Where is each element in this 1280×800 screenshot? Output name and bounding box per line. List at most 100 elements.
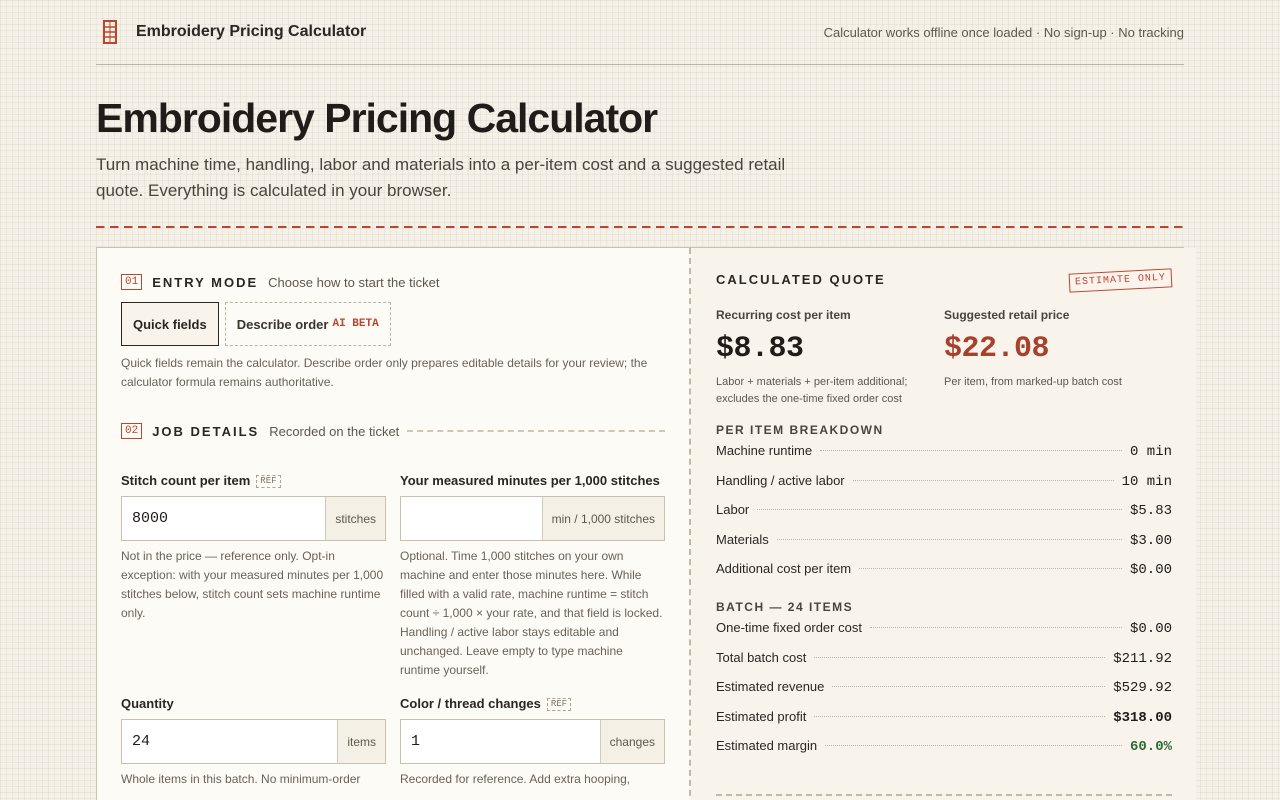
leader-dots	[814, 656, 1106, 658]
section-title: ENTRY MODE	[152, 274, 259, 290]
stitch-count-label-text: Stitch count per item	[121, 473, 251, 488]
brand[interactable]: Embroidery Pricing Calculator	[96, 18, 366, 46]
batch-title: BATCH — 24 ITEMS	[716, 599, 854, 614]
quantity-input[interactable]: 24 items	[121, 719, 386, 764]
suggested-retail-value: $22.08	[944, 332, 1050, 366]
row-label: Machine runtime	[716, 443, 813, 458]
minutes-value[interactable]	[401, 497, 542, 540]
estimate-only-stamp: ESTIMATE ONLY	[1068, 268, 1173, 293]
ref-badge: REF	[256, 474, 281, 488]
batch-breakdown: One-time fixed order cost $0.00 Total bat…	[716, 620, 1172, 768]
suggested-retail-note: Per item, from marked-up batch cost	[944, 376, 1122, 388]
row-value: $211.92	[1113, 650, 1172, 667]
quick-fields-label: Quick fields	[133, 316, 207, 332]
minutes-input[interactable]: min / 1,000 stitches	[400, 496, 665, 541]
row-label: Estimated profit	[716, 708, 807, 724]
color-changes-label: Color / thread changes REF	[400, 694, 665, 714]
leader-dots	[852, 479, 1114, 481]
section-title: JOB DETAILS	[152, 423, 260, 439]
page-description: Turn machine time, handling, labor and m…	[96, 155, 786, 201]
color-changes-help: Recorded for reference. Add extra hoopin…	[400, 772, 631, 786]
divider	[96, 226, 1184, 229]
batch-row: Estimated margin 60.0%	[716, 738, 1172, 768]
page-title: Embroidery Pricing Calculator	[96, 95, 658, 141]
price-summary: Recurring cost per item $8.83 Labor + ma…	[716, 308, 1172, 408]
leader-dots	[776, 538, 1122, 540]
describe-order-button[interactable]: Describe order AI BETA	[224, 302, 391, 346]
breakdown-row: Labor $5.83	[716, 502, 1172, 532]
section-number: 01	[121, 274, 143, 290]
batch-row: Estimated revenue $529.92	[716, 679, 1172, 709]
stitch-count-help: Not in the price — reference only. Opt-i…	[121, 549, 384, 620]
color-changes-input[interactable]: 1 changes	[400, 719, 665, 764]
quantity-help: Whole items in this batch. No minimum-or…	[121, 772, 361, 786]
stitch-count-unit: stitches	[325, 497, 385, 540]
minutes-unit: min / 1,000 stitches	[541, 497, 664, 540]
row-label: One-time fixed order cost	[716, 619, 862, 635]
recurring-cost-label: Recurring cost per item	[716, 308, 851, 322]
calculator-card: 01 ENTRY MODE Choose how to start the ti…	[96, 247, 1196, 800]
leader-dots	[832, 686, 1106, 688]
job-details-fields: Stitch count per item REF 8000 stitches …	[121, 471, 665, 789]
section-subtitle: Choose how to start the ticket	[268, 274, 440, 290]
color-changes-value[interactable]: 1	[401, 720, 600, 763]
section-number: 02	[121, 423, 143, 439]
row-label: Additional cost per item	[716, 561, 852, 577]
quick-fields-button[interactable]: Quick fields	[121, 302, 219, 346]
page-container: Embroidery Pricing Calculator Calculator…	[96, 0, 1184, 229]
row-label: Materials	[716, 531, 769, 547]
leader-dots	[757, 509, 1122, 511]
batch-row: Total batch cost $211.92	[716, 650, 1172, 680]
suggested-retail: Suggested retail price $22.08 Per item, …	[944, 308, 1172, 408]
recurring-cost-note: Labor + materials + per-item additional;…	[716, 376, 908, 405]
row-value: 10 min	[1121, 473, 1172, 490]
color-changes-unit: changes	[599, 720, 664, 763]
job-details-header: 02 JOB DETAILS Recorded on the ticket	[121, 423, 665, 439]
stitch-count-label: Stitch count per item REF	[121, 471, 386, 491]
entry-mode-toggle: Quick fields Describe order AI BETA	[121, 302, 665, 346]
stitch-count-value[interactable]: 8000	[122, 497, 325, 540]
minutes-help: Optional. Time 1,000 stitches on your ow…	[400, 549, 663, 677]
breakdown-row: Handling / active labor 10 min	[716, 473, 1172, 503]
brand-name: Embroidery Pricing Calculator	[136, 23, 367, 40]
tagline: Calculator works offline once loaded · N…	[823, 24, 1184, 40]
per-item-breakdown: Machine runtime 0 min Handling / active l…	[716, 443, 1172, 591]
entry-mode-help: Quick fields remain the calculator. Desc…	[121, 356, 648, 389]
per-item-breakdown-title: PER ITEM BREAKDOWN	[716, 423, 884, 437]
row-value: $529.92	[1113, 680, 1172, 697]
row-value: $0.00	[1129, 562, 1172, 579]
breakdown-row: Materials $3.00	[716, 532, 1172, 562]
quantity-label: Quantity	[121, 694, 386, 714]
quantity-unit: items	[337, 720, 385, 763]
row-value: $3.00	[1129, 532, 1172, 549]
ref-badge: REF	[546, 697, 572, 711]
row-value: $0.00	[1129, 620, 1172, 637]
minutes-label: Your measured minutes per 1,000 stitches	[400, 471, 665, 491]
quantity-field: Quantity 24 items Whole items in this ba…	[121, 694, 386, 789]
input-panel: 01 ENTRY MODE Choose how to start the ti…	[97, 248, 691, 800]
row-value: $318.00	[1113, 709, 1172, 726]
batch-row: Estimated profit $318.00	[716, 709, 1172, 739]
quote-panel: CALCULATED QUOTE ESTIMATE ONLY Recurring…	[691, 248, 1196, 800]
recurring-cost-value: $8.83	[716, 332, 804, 366]
top-bar: Embroidery Pricing Calculator Calculator…	[96, 0, 1184, 65]
describe-order-label: Describe order	[236, 316, 329, 332]
section-divider	[716, 794, 1172, 796]
row-label: Labor	[716, 502, 750, 518]
breakdown-row: Additional cost per item $0.00	[716, 561, 1172, 591]
row-label: Total batch cost	[716, 649, 807, 665]
minutes-label-text: Your measured minutes per 1,000 stitches	[400, 473, 660, 488]
row-value: 0 min	[1129, 444, 1172, 460]
suggested-retail-label: Suggested retail price	[944, 308, 1070, 322]
leader-dots	[820, 450, 1122, 451]
breakdown-row: Machine runtime 0 min	[716, 443, 1172, 473]
quantity-value[interactable]: 24	[122, 720, 337, 763]
section-subtitle: Recorded on the ticket	[269, 423, 400, 439]
leader-dots	[825, 745, 1122, 747]
leader-dots	[869, 626, 1122, 628]
stitch-count-field: Stitch count per item REF 8000 stitches …	[121, 471, 386, 680]
leader-dots	[859, 568, 1122, 570]
section-divider	[407, 430, 665, 432]
row-value: $5.83	[1129, 503, 1172, 520]
stitch-count-input[interactable]: 8000 stitches	[121, 496, 386, 541]
